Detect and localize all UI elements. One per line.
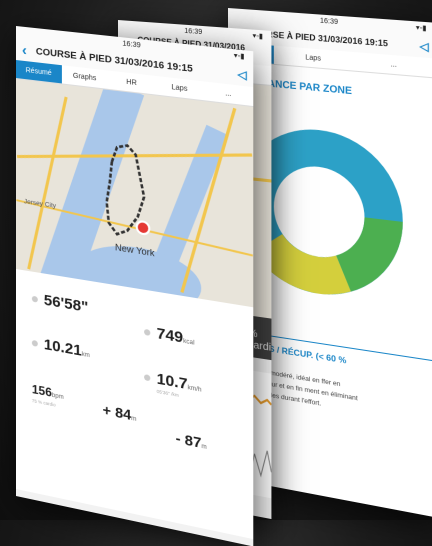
status-time: 16:39 xyxy=(122,39,141,50)
status-time: 16:39 xyxy=(319,17,339,26)
stat-heart-rate: 156bpm 75 % cardio xyxy=(31,381,64,408)
donut-segment-yellow xyxy=(268,243,344,278)
route-map[interactable]: Jersey City New York xyxy=(16,79,254,308)
stat-duration: 56'58" xyxy=(31,290,88,318)
status-time: 16:39 xyxy=(184,27,203,36)
signal-battery-icon: ▾◦▮ xyxy=(252,32,263,41)
flame-icon xyxy=(144,328,151,336)
stat-speed: 10.7km/h 05'36" /km xyxy=(144,368,201,402)
signal-battery-icon: ▾◦▮ xyxy=(233,52,245,61)
speed-icon xyxy=(144,373,151,382)
stat-ascent: + 84m xyxy=(102,401,137,424)
stat-descent: - 87m xyxy=(175,429,207,452)
signal-battery-icon: ▾◦▮ xyxy=(415,24,427,33)
back-icon[interactable]: ‹ xyxy=(22,41,36,60)
phone-screen-summary: 16:39 ▾◦▮ ‹ COURSE À PIED 31/03/2016 19:… xyxy=(16,26,254,546)
stat-distance: 10.21km xyxy=(31,334,90,362)
stats-panel: 56'58" 749kcal 10.21km 10.7km/h 05'36" /… xyxy=(16,269,254,540)
share-icon[interactable]: ◁ xyxy=(420,39,429,53)
stat-calories: 749kcal xyxy=(144,323,194,350)
share-icon[interactable]: ◁ xyxy=(237,67,246,82)
zone-title: ANCE PAR ZONE xyxy=(267,78,352,98)
route-path xyxy=(16,79,253,307)
distance-icon xyxy=(31,339,38,347)
donut-segment-green xyxy=(344,215,384,279)
clock-icon xyxy=(31,295,38,303)
donut-label: 25 % xyxy=(325,179,342,188)
